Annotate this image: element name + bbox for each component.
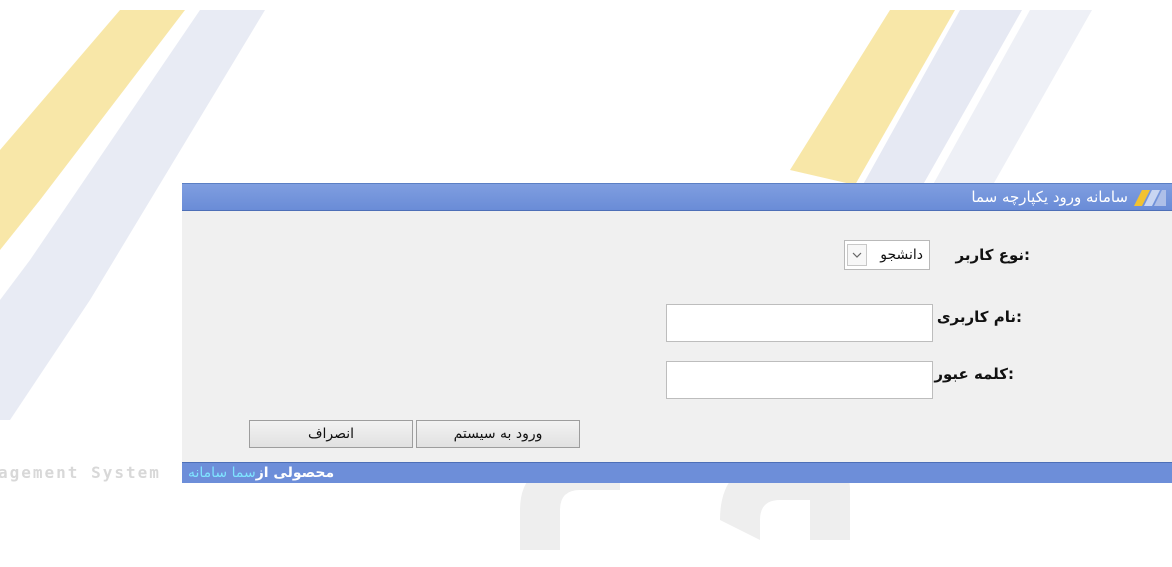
username-label: نام کاربری: xyxy=(936,308,1022,326)
user-type-value: دانشجو xyxy=(880,247,923,263)
chevron-down-icon xyxy=(847,244,867,266)
cancel-button[interactable]: انصراف xyxy=(249,420,413,448)
user-type-label: نوع کاربر: xyxy=(955,246,1030,264)
footer-brand-link[interactable]: سما سامانه xyxy=(188,465,256,481)
footer-prefix: محصولی از xyxy=(255,465,335,481)
login-button[interactable]: ورود به سیستم xyxy=(416,420,580,448)
page-title: سامانه ورود یکپارچه سما xyxy=(971,188,1128,206)
login-panel: سامانه ورود یکپارچه سما نوع کاربر: دانشج… xyxy=(182,183,1172,483)
password-label: کلمه عبور: xyxy=(934,365,1014,383)
user-type-select[interactable]: دانشجو xyxy=(844,240,930,270)
password-field[interactable] xyxy=(666,361,933,399)
panel-header: سامانه ورود یکپارچه سما xyxy=(182,184,1172,211)
footer-credits: محصولی ازسما سامانه xyxy=(188,463,334,483)
sama-logo-icon xyxy=(1134,190,1166,206)
panel-footer: محصولی ازسما سامانه xyxy=(182,462,1172,483)
watermark-text: agement System xyxy=(0,463,161,482)
username-field[interactable] xyxy=(666,304,933,342)
